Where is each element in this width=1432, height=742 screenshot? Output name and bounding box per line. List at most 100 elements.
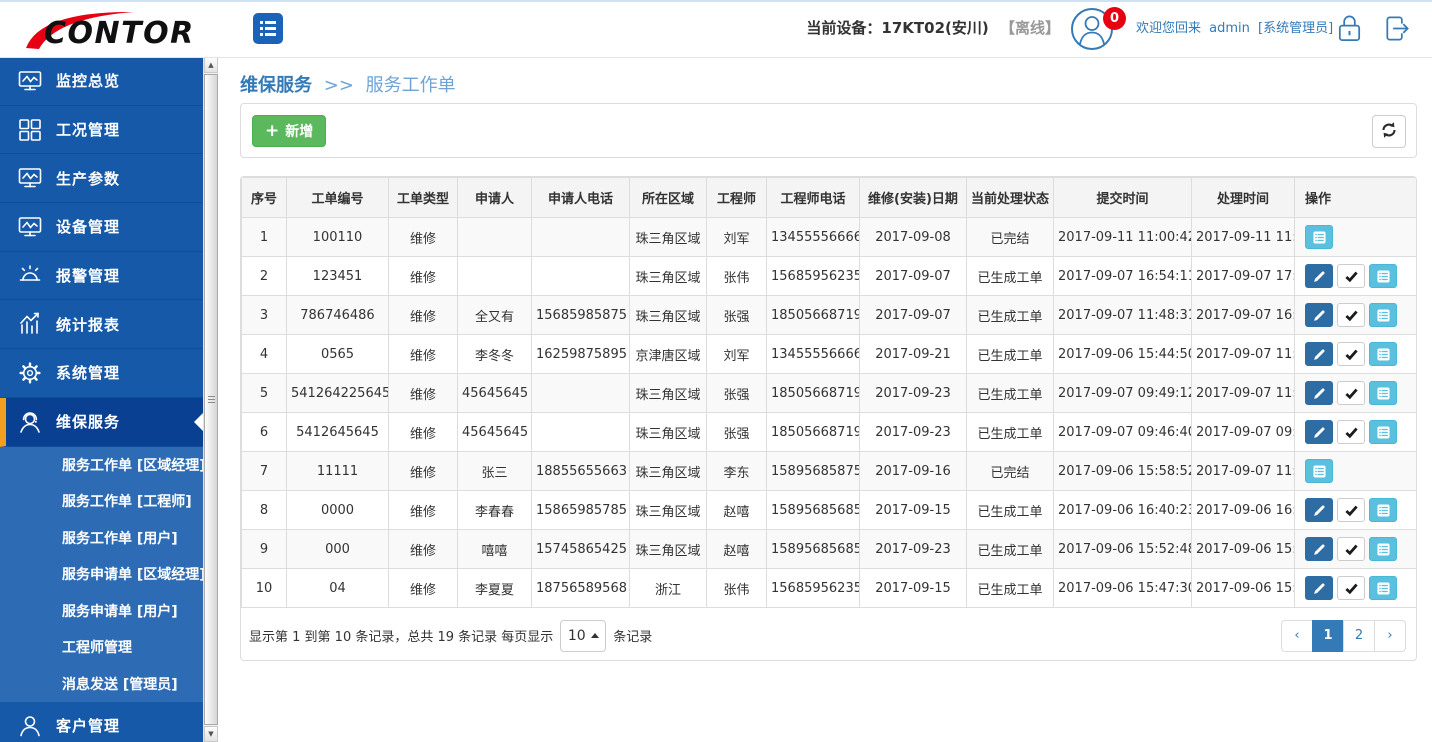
cell-applicant: 李冬冬 [458,335,532,374]
breadcrumb-separator: >> [324,75,354,96]
confirm-button[interactable] [1337,420,1365,444]
cell-status: 已生成工单 [967,530,1054,569]
edit-button[interactable] [1305,576,1333,600]
sidebar-item-alarm-management[interactable]: 报警管理 [0,252,203,301]
edit-button[interactable] [1305,537,1333,561]
cell-operations [1295,296,1418,335]
sidebar-scrollbar[interactable]: ▲ ▼ [203,57,218,742]
detail-button[interactable] [1369,420,1397,444]
cell-operations [1295,491,1418,530]
detail-button[interactable] [1369,381,1397,405]
plus-icon: + [265,123,279,140]
pager-prev-button[interactable]: ‹ [1281,620,1313,652]
cell-region: 珠三角区域 [630,257,707,296]
cell-status: 已完结 [967,218,1054,257]
main-content: 维保服务 >> 服务工作单 + 新增 [217,57,1432,742]
scrollbar-up-arrow[interactable]: ▲ [204,57,218,73]
cell-engineer: 刘军 [707,335,767,374]
detail-button[interactable] [1369,342,1397,366]
device-status: 【离线】 [1000,19,1060,37]
detail-button[interactable] [1369,303,1397,327]
edit-button[interactable] [1305,498,1333,522]
confirm-button[interactable] [1337,498,1365,522]
pager-page-1[interactable]: 1 [1312,620,1344,652]
confirm-button[interactable] [1337,264,1365,288]
edit-button[interactable] [1305,381,1333,405]
col-header-region: 所在区域 [630,178,707,218]
subnav-service-request-region-manager[interactable]: 服务申请单 [区域经理] [0,556,203,593]
pencil-icon [1313,348,1326,361]
cell-index: 7 [242,452,287,491]
subnav-service-order-user[interactable]: 服务工作单 [用户] [0,520,203,557]
edit-button[interactable] [1305,342,1333,366]
confirm-button[interactable] [1337,576,1365,600]
notification-button[interactable]: 0 [1070,7,1140,51]
subnav-service-request-user[interactable]: 服务申请单 [用户] [0,593,203,630]
detail-button[interactable] [1369,537,1397,561]
cell-region: 珠三角区域 [630,413,707,452]
scrollbar-down-arrow[interactable]: ▼ [204,726,218,742]
cell-order-no: 541264225645 [287,374,389,413]
subnav-label: 服务工作单 [工程师] [62,491,192,511]
logout-button[interactable] [1382,13,1412,48]
sidebar-item-monitor-overview[interactable]: 监控总览 [0,57,203,106]
list-alt-icon [1313,231,1326,244]
cell-applicant-phone: 18756589568 [532,569,630,608]
menu-toggle-button[interactable] [253,13,283,44]
welcome-text: 欢迎您回来 [1136,21,1201,36]
cell-repair-date: 2017-09-07 [860,257,967,296]
detail-button[interactable] [1369,498,1397,522]
pager-next-button[interactable]: › [1374,620,1406,652]
check-icon [1345,270,1358,283]
cell-region: 京津唐区域 [630,335,707,374]
cell-submit-time: 2017-09-06 15:47:30 [1054,569,1192,608]
confirm-button[interactable] [1337,303,1365,327]
col-header-applicant: 申请人 [458,178,532,218]
sidebar-item-maintenance-service[interactable]: 维保服务 [0,398,203,447]
page-size-dropdown[interactable]: 10 [560,620,606,652]
sidebar-item-production-params[interactable]: 生产参数 [0,154,203,203]
summary-prefix: 显示第 1 到第 10 条记录，总共 19 条记录 每页显示 [249,626,553,645]
breadcrumb-section[interactable]: 维保服务 [240,75,312,96]
cell-engineer-phone: 15895685685 [767,491,860,530]
user-menu[interactable]: 欢迎您回来 admin [系统管理员] [1136,0,1337,57]
edit-button[interactable] [1305,303,1333,327]
scrollbar-thumb[interactable] [204,74,218,725]
detail-button[interactable] [1369,576,1397,600]
cell-process-time: 2017-09-07 16:32:45 [1192,296,1295,335]
cell-applicant: 45645645 [458,413,532,452]
sidebar-item-condition-management[interactable]: 工况管理 [0,106,203,155]
subnav-engineer-management[interactable]: 工程师管理 [0,629,203,666]
confirm-button[interactable] [1337,381,1365,405]
hamburger-icon [260,21,276,24]
detail-button[interactable] [1305,225,1333,249]
pager-page-2[interactable]: 2 [1343,620,1375,652]
sidebar-item-device-management[interactable]: 设备管理 [0,203,203,252]
table-row: 80000维修李春春15865985785珠三角区域赵嘻158956856852… [242,491,1418,530]
scrollbar-grip [208,396,215,404]
summary-suffix: 条记录 [613,626,652,645]
cell-applicant-phone [532,257,630,296]
confirm-button[interactable] [1337,342,1365,366]
detail-button[interactable] [1305,459,1333,483]
lock-icon [1336,13,1363,44]
subnav-service-order-engineer[interactable]: 服务工作单 [工程师] [0,483,203,520]
subnav-service-order-region-manager[interactable]: 服务工作单 [区域经理] [0,447,203,484]
detail-button[interactable] [1369,264,1397,288]
pencil-icon [1313,270,1326,283]
sidebar-item-system-management[interactable]: 系统管理 [0,349,203,398]
edit-button[interactable] [1305,264,1333,288]
cell-order-no: 786746486 [287,296,389,335]
col-header-repair-date: 维修(安装)日期 [860,178,967,218]
sidebar-item-customer-management[interactable]: 客户管理 [0,702,203,742]
edit-button[interactable] [1305,420,1333,444]
cell-applicant: 嘻嘻 [458,530,532,569]
subnav-message-send-admin[interactable]: 消息发送 [管理员] [0,666,203,703]
sidebar-item-statistics-report[interactable]: 统计报表 [0,300,203,349]
toolbar-panel: + 新增 [240,103,1417,158]
confirm-button[interactable] [1337,537,1365,561]
lock-screen-button[interactable] [1336,13,1363,48]
refresh-button[interactable] [1372,115,1406,148]
add-button[interactable]: + 新增 [252,115,326,147]
table-row: 1100110维修珠三角区域刘军134555566662017-09-08已完结… [242,218,1418,257]
